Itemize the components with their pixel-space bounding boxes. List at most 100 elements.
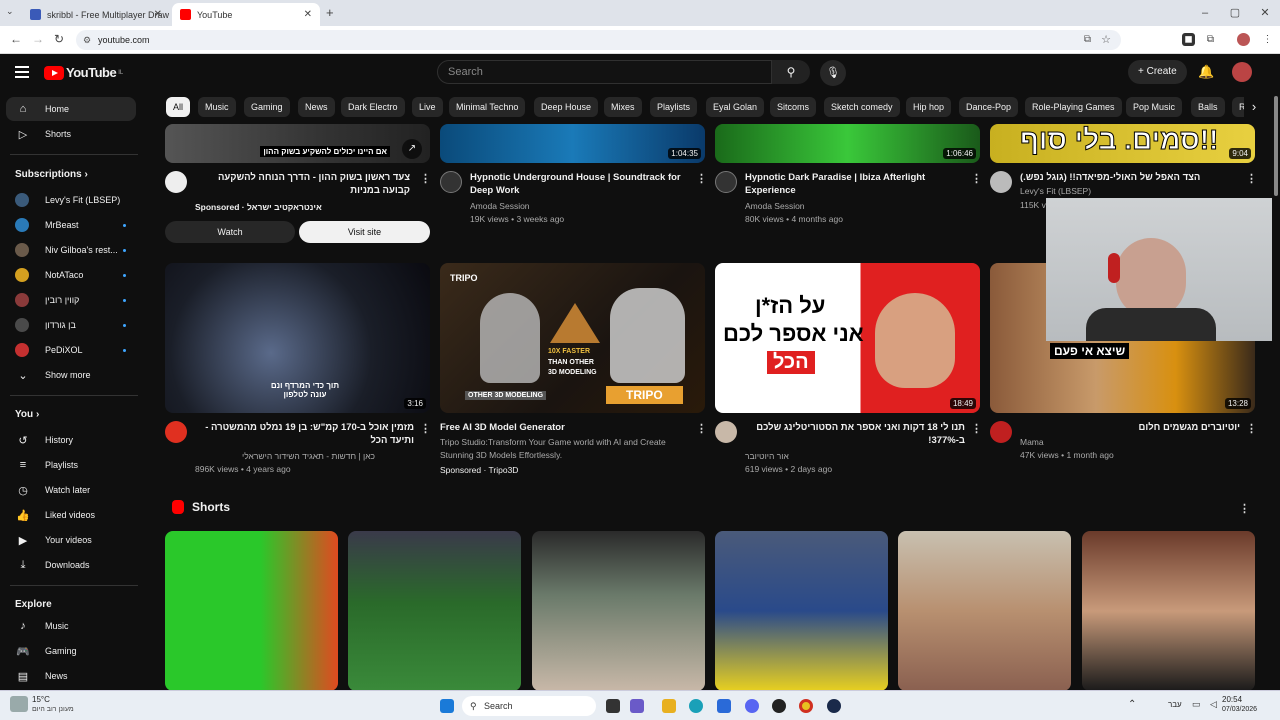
weather-icon[interactable] [10,696,28,712]
sidebar-item-sub[interactable]: Niv Gilboa's rest... [6,238,136,262]
bookmark-star-icon[interactable]: ☆ [1101,30,1111,50]
channel-avatar[interactable] [990,171,1012,193]
more-options-icon[interactable]: ⋮ [1246,422,1257,435]
edge-icon[interactable] [689,699,703,713]
sidebar-item-sub[interactable]: PeDiXOL [6,338,136,362]
sidebar-item-music[interactable]: ♪ Music [6,614,136,638]
create-button[interactable]: + Create [1128,60,1187,84]
new-tab-icon[interactable]: + [326,5,334,20]
chip[interactable]: Pop Music [1126,97,1183,117]
show-more-button[interactable]: ⌄ Show more [6,363,136,387]
site-info-icon[interactable]: ⚙ [83,30,91,50]
youtube-logo[interactable]: YouTube IL [44,65,123,80]
chip[interactable]: Deep House [534,97,599,117]
channel-name[interactable]: Amoda Session [745,200,805,213]
video-thumbnail[interactable]: 1:04:35 [440,124,705,163]
account-avatar[interactable] [1232,62,1252,82]
sidebar-item-watch-later[interactable]: ◷ Watch later [6,478,136,502]
chip[interactable]: Gaming [244,97,290,117]
tab-search-icon[interactable]: ⌄ [6,6,14,17]
channel-avatar[interactable] [715,421,737,443]
video-title[interactable]: תנו לי 18 דקות ואני אספר את הסטוריטלינג … [745,421,965,447]
video-title[interactable]: Hypnotic Dark Paradise | Ibiza Afterligh… [745,171,965,197]
short-thumbnail[interactable] [348,531,521,691]
chip[interactable]: Dance-Pop [959,97,1019,117]
sidebar-item-playlists[interactable]: ≡ Playlists [6,453,136,477]
sidebar-item-news[interactable]: ▤ News [6,664,136,688]
chip[interactable]: Music [198,97,236,117]
video-thumbnail[interactable]: TRIPO 10X FASTER THAN OTHER 3D MODELING … [440,263,705,413]
subscriptions-heading[interactable]: Subscriptions › [15,169,88,180]
short-thumbnail[interactable] [165,531,338,691]
channel-name[interactable]: כאן | חדשות - תאגיד השידור הישראלי [195,450,375,463]
video-thumbnail[interactable]: על הז*ן אני אספר לכם הכל 18:49 [715,263,980,413]
forward-icon[interactable]: → [32,32,44,46]
chip[interactable]: All [166,97,191,117]
channel-name[interactable]: Mama [1020,436,1044,449]
more-options-icon[interactable]: ⋮ [1246,172,1257,185]
channel-avatar[interactable] [715,171,737,193]
chip[interactable]: Eyal Golan [706,97,765,117]
chip-scroll-right-icon[interactable]: › [1244,96,1264,118]
video-title[interactable]: יוטיוברים מגשמים חלום [1020,421,1240,434]
volume-icon[interactable]: ◁ [1210,699,1217,710]
sidebar-item-shorts[interactable]: ▷ Shorts [6,122,136,146]
chip[interactable]: Hip hop [906,97,952,117]
chip[interactable]: Minimal Techno [449,97,526,117]
back-icon[interactable]: ← [10,32,22,46]
page-scrollbar[interactable] [1272,92,1280,690]
short-thumbnail[interactable] [715,531,888,691]
language-indicator[interactable]: עבר [1168,700,1182,709]
sidebar-item-sub[interactable]: Levy's Fit (LBSEP) [6,188,136,212]
external-link-icon[interactable]: ↗ [402,139,422,159]
voice-search-button[interactable]: 🎙 [820,60,846,86]
video-title[interactable]: צעד ראשון בשוק ההון - הדרך הנוחה להשקעה … [195,171,410,197]
more-options-icon[interactable]: ⋮ [971,422,982,435]
shorts-more-options-icon[interactable]: ⋮ [1239,502,1250,515]
video-thumbnail[interactable]: תוך כדי המרדף ונם עונה לטלפון 3:16 [165,263,430,413]
chip[interactable]: Sitcoms [770,97,817,117]
chip[interactable]: Sketch comedy [824,97,900,117]
profile-avatar-icon[interactable] [1237,33,1250,46]
taskbar-search-input[interactable]: ⚲ Search [462,696,596,716]
sidebar-item-sub[interactable]: NotATaco [6,263,136,287]
video-thumbnail[interactable]: 1:06:46 [715,124,980,163]
channel-name[interactable]: Amoda Session [470,200,530,213]
url-field[interactable]: ⚙ youtube.com ⧉ ☆ [76,30,1121,50]
clock-date[interactable]: 07/03/2026 [1222,706,1257,713]
search-input[interactable]: Search [437,60,772,84]
steam-icon[interactable] [827,699,841,713]
video-title[interactable]: Hypnotic Underground House | Soundtrack … [470,171,690,197]
you-heading[interactable]: You › [15,409,39,420]
sidebar-item-gaming[interactable]: 🎮 Gaming [6,639,136,663]
chip[interactable]: Dark Electro [341,97,405,117]
sidebar-item-history[interactable]: ↺ History [6,428,136,452]
video-title[interactable]: מזמין אוכל ב-170 קמ"ש: בן 19 נמלט מהמשטר… [192,421,414,447]
network-icon[interactable]: ▭ [1192,699,1201,710]
close-window-icon[interactable]: ✕ [1250,0,1280,26]
clock-time[interactable]: 20:54 [1222,695,1242,704]
close-tab-icon[interactable]: ✕ [304,9,312,20]
sidebar-item-downloads[interactable]: ⤓ Downloads [6,553,136,577]
visit-site-button[interactable]: Visit site [299,221,430,243]
close-tab-icon[interactable]: ✕ [154,9,162,20]
short-thumbnail[interactable] [532,531,705,691]
chip[interactable]: News [298,97,335,117]
extensions-puzzle-icon[interactable]: ⧉ [1204,33,1217,46]
chip[interactable]: Balls [1191,97,1225,117]
channel-name[interactable]: אור היוטיובר [745,450,789,463]
store-icon[interactable] [717,699,731,713]
sidebar-item-sub[interactable]: MrBeast [6,213,136,237]
more-options-icon[interactable]: ⋮ [696,172,707,185]
task-view-icon[interactable] [606,699,620,713]
sidebar-item-your-videos[interactable]: ▶ Your videos [6,528,136,552]
discord-icon[interactable] [745,699,759,713]
browser-menu-icon[interactable]: ⋮ [1261,33,1274,46]
channel-name[interactable]: Levy's Fit (LBSEP) [1020,185,1091,198]
chip[interactable]: Mixes [604,97,642,117]
chip[interactable]: Role-Playing Games [1025,97,1122,117]
start-windows-icon[interactable] [440,699,454,713]
more-options-icon[interactable]: ⋮ [696,422,707,435]
watch-button[interactable]: Watch [165,221,295,243]
teams-icon[interactable] [630,699,644,713]
